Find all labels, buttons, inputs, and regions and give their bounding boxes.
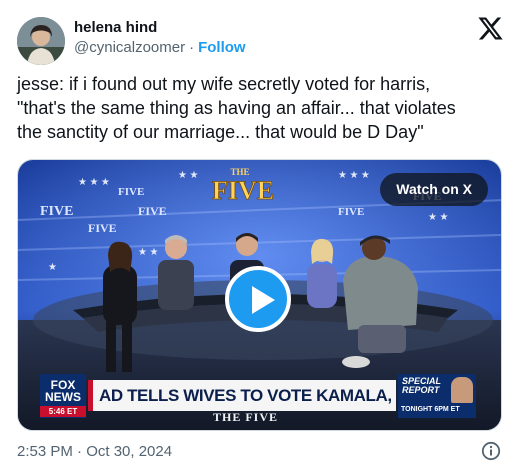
svg-text:★ ★: ★ ★ xyxy=(428,212,448,223)
svg-text:★ ★ ★: ★ ★ ★ xyxy=(78,177,110,188)
separator-dot: · xyxy=(189,39,195,56)
tweet-text: jesse: if i found out my wife secretly v… xyxy=(17,74,456,142)
info-icon[interactable] xyxy=(481,441,501,461)
author-handle[interactable]: @cynicalzoomer xyxy=(74,39,185,56)
svg-text:FIVE: FIVE xyxy=(212,176,274,205)
avatar[interactable] xyxy=(17,17,65,65)
author-name[interactable]: helena hind xyxy=(74,19,157,36)
follow-button[interactable]: Follow xyxy=(198,39,246,56)
svg-text:★ ★: ★ ★ xyxy=(178,170,198,181)
side-logo-left: FIVE xyxy=(40,204,73,219)
svg-text:FIVE: FIVE xyxy=(88,221,117,235)
svg-text:FIVE: FIVE xyxy=(138,204,167,218)
svg-text:★ ★: ★ ★ xyxy=(138,247,158,258)
show-bug: THE FIVE xyxy=(213,410,279,424)
promo-time: TONIGHT 6PM ET xyxy=(401,406,460,413)
svg-text:★ ★ ★: ★ ★ ★ xyxy=(338,170,370,181)
x-logo-icon[interactable] xyxy=(477,15,504,42)
video-player[interactable]: ★ ★ ★ ★ ★ ★ ★ ★ ★ ★ ★ ★ ★ FIVE FIVE FIVE… xyxy=(17,159,502,431)
panelist-4 xyxy=(307,238,337,308)
watch-on-x-button[interactable]: Watch on X xyxy=(380,173,488,206)
svg-text:FIVE: FIVE xyxy=(118,186,144,198)
chyron-headline: AD TELLS WIVES TO VOTE KAMALA, LIE TO TH… xyxy=(88,380,396,411)
author-handle-row: @cynicalzoomer · Follow xyxy=(74,39,246,56)
special-report-promo: SPECIAL REPORT TONIGHT 6PM ET xyxy=(398,374,476,418)
avatar-image xyxy=(17,17,65,65)
network-sub: NEWS xyxy=(45,390,81,404)
play-triangle xyxy=(252,286,275,314)
air-time: 5:46 ET xyxy=(40,406,86,417)
svg-text:FIVE: FIVE xyxy=(338,206,364,218)
promo-host-thumbnail xyxy=(451,377,473,403)
svg-text:★: ★ xyxy=(48,262,57,273)
play-icon[interactable] xyxy=(225,266,291,332)
tweet-card: helena hind @cynicalzoomer · Follow jesse:… xyxy=(0,0,517,472)
fox-news-logo: FOX NEWS 5:46 ET xyxy=(40,374,86,418)
tweet-timestamp[interactable]: 2:53 PM · Oct 30, 2024 xyxy=(17,443,172,460)
